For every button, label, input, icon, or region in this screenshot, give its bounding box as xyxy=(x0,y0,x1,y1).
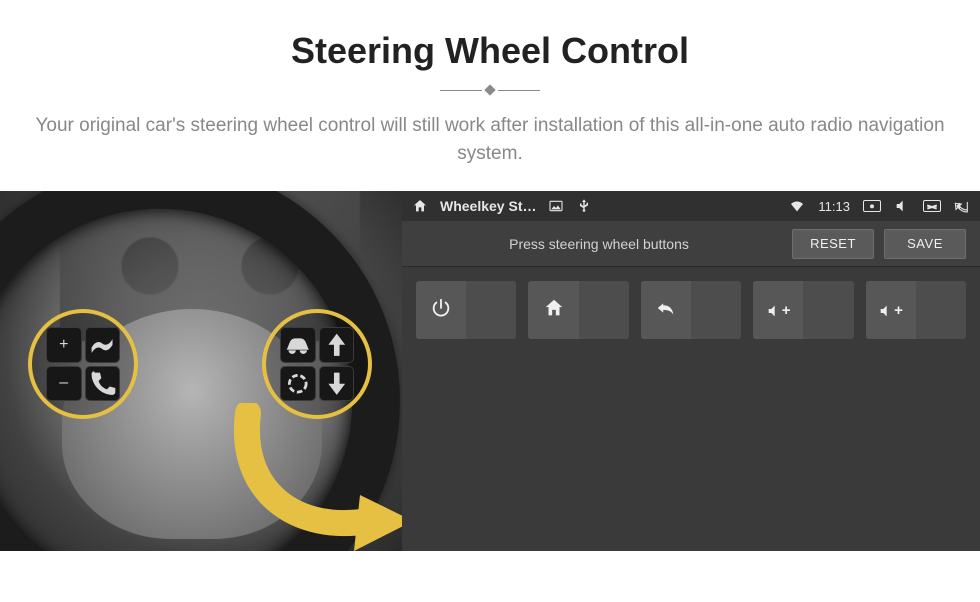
wheel-left-cluster: + – xyxy=(28,309,138,419)
gallery-icon xyxy=(548,198,564,214)
key-grid: + + xyxy=(402,267,980,353)
title-divider xyxy=(0,86,980,94)
voice-icon xyxy=(85,327,121,363)
plus-icon: + xyxy=(46,327,82,363)
back-key[interactable] xyxy=(641,281,741,339)
save-button[interactable]: SAVE xyxy=(884,229,966,259)
down-icon xyxy=(319,366,355,402)
volup-key-2[interactable]: + xyxy=(866,281,966,339)
circle-icon xyxy=(280,366,316,402)
app-title: Wheelkey St… xyxy=(440,198,536,214)
undo-icon xyxy=(655,297,677,324)
home-icon[interactable] xyxy=(412,198,428,214)
wifi-icon xyxy=(789,198,805,214)
power-key[interactable] xyxy=(416,281,516,339)
toolbar: Press steering wheel buttons RESET SAVE xyxy=(402,221,980,267)
mode-icon xyxy=(280,327,316,363)
close-box-icon[interactable] xyxy=(923,200,941,212)
power-icon xyxy=(430,297,452,324)
cast-icon[interactable] xyxy=(863,200,881,212)
home-key[interactable] xyxy=(528,281,628,339)
head-unit-screen: Wheelkey St… 11:13 xyxy=(402,191,980,551)
wheel-right-cluster xyxy=(262,309,372,419)
volume-up-icon: + xyxy=(878,302,903,319)
back-icon[interactable] xyxy=(954,198,970,214)
up-icon xyxy=(319,327,355,363)
page-title: Steering Wheel Control xyxy=(0,30,980,72)
volup-key-1[interactable]: + xyxy=(753,281,853,339)
home-icon xyxy=(543,297,565,324)
usb-icon xyxy=(576,198,592,214)
mute-icon[interactable] xyxy=(894,198,910,214)
steering-wheel-photo: + – xyxy=(0,191,402,551)
phone-icon xyxy=(85,366,121,402)
content-row: + – xyxy=(0,191,980,551)
clock: 11:13 xyxy=(818,199,850,214)
toolbar-hint: Press steering wheel buttons xyxy=(416,236,782,252)
status-bar: Wheelkey St… 11:13 xyxy=(402,191,980,221)
reset-button[interactable]: RESET xyxy=(792,229,874,259)
minus-icon: – xyxy=(46,366,82,402)
volume-up-icon: + xyxy=(766,302,791,319)
page-subtitle: Your original car's steering wheel contr… xyxy=(30,112,950,167)
